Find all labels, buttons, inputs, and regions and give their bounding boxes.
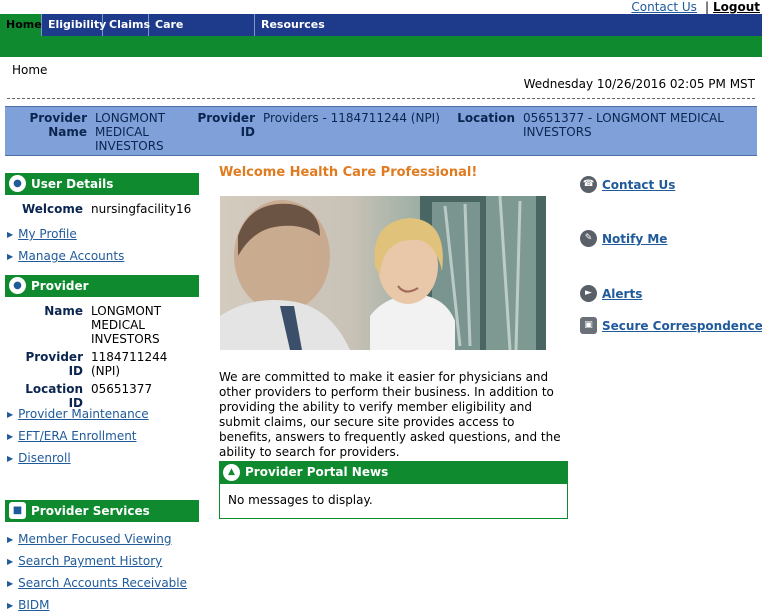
logout-link[interactable]: Logout <box>713 0 760 14</box>
nav-eligibility[interactable]: Eligibility <box>42 14 106 36</box>
nav-claims[interactable]: Claims <box>103 14 150 36</box>
provider-services-title: Provider Services <box>31 504 150 518</box>
location-id-value: 05651377 <box>91 382 153 396</box>
arrow-right-icon: ▶ <box>7 579 14 588</box>
welcome-label: Welcome <box>21 202 83 216</box>
sidebar-item-my-profile[interactable]: ▶ My Profile <box>7 227 77 241</box>
user-details-title: User Details <box>31 177 114 191</box>
doctors-xray-photo <box>220 196 546 350</box>
top-links-separator: | <box>704 0 709 14</box>
band-location-label: Location <box>457 111 515 125</box>
subnav-bar <box>0 36 762 57</box>
my-profile-link[interactable]: My Profile <box>18 227 77 241</box>
nav-home[interactable]: Home <box>0 14 42 36</box>
location-id-label: Location ID <box>25 382 83 410</box>
band-provider-label: Provider Name <box>29 111 87 139</box>
provider-title: Provider <box>31 279 89 293</box>
news-body: No messages to display. <box>219 484 568 519</box>
provider-services-header: ■ Provider Services <box>5 500 199 522</box>
intro-text: We are committed to make it easier for p… <box>219 370 561 459</box>
provider-id-value: 1184711244 (NPI) <box>91 350 168 378</box>
arrow-right-icon: ▶ <box>7 557 14 566</box>
news-icon: ▲ <box>223 464 240 481</box>
secure-correspondence-link[interactable]: Secure Correspondence <box>602 317 762 335</box>
provider-name-label: Name <box>44 304 83 318</box>
monitor-icon: ▣ <box>580 317 597 334</box>
breadcrumb: Home <box>12 63 48 77</box>
contact-us-link[interactable]: Contact Us <box>602 176 675 194</box>
band-provider-value: LONGMONT MEDICAL INVESTORS <box>95 111 166 153</box>
arrow-right-icon: ▶ <box>7 454 14 463</box>
provider-portal-news-header: ▲ Provider Portal News <box>219 461 568 484</box>
current-datetime: Wednesday 10/26/2016 02:05 PM MST <box>523 77 755 91</box>
arrow-right-icon: ▶ <box>7 252 14 261</box>
sidebar-item-member-focused-viewing[interactable]: ▶ Member Focused Viewing <box>7 532 171 546</box>
manage-accounts-link[interactable]: Manage Accounts <box>18 249 124 263</box>
arrow-right-icon: ▶ <box>7 535 14 544</box>
band-id-value: Providers - 1184711244 (NPI) <box>263 111 440 125</box>
top-links: Contact Us | Logout <box>631 0 760 14</box>
top-contact-us-link[interactable]: Contact Us <box>631 0 697 14</box>
sidebar-item-disenroll[interactable]: ▶ Disenroll <box>7 451 71 465</box>
nav-resources[interactable]: Resources <box>255 14 325 36</box>
sidebar-item-manage-accounts[interactable]: ▶ Manage Accounts <box>7 249 124 263</box>
disenroll-link[interactable]: Disenroll <box>18 451 71 465</box>
sidebar-item-bidm[interactable]: ▶ BIDM <box>7 598 50 612</box>
sidebar-item-search-payment-history[interactable]: ▶ Search Payment History <box>7 554 162 568</box>
nav-care-management[interactable]: Care Management <box>149 14 255 53</box>
provider-header: ● Provider <box>5 275 199 297</box>
divider <box>7 98 755 99</box>
member-focused-viewing-link[interactable]: Member Focused Viewing <box>18 532 171 546</box>
welcome-username: nursingfacility16 <box>91 202 192 216</box>
news-title: Provider Portal News <box>245 465 389 479</box>
arrow-right-icon: ▶ <box>7 410 14 419</box>
user-icon: ● <box>9 175 26 192</box>
alerts-link[interactable]: Alerts <box>602 285 642 303</box>
welcome-heading: Welcome Health Care Professional! <box>219 165 478 180</box>
bidm-link[interactable]: BIDM <box>18 598 49 612</box>
band-id-label: Provider ID <box>197 111 255 139</box>
arrow-right-icon: ▶ <box>7 601 14 610</box>
sidebar-item-search-accounts-receivable[interactable]: ▶ Search Accounts Receivable <box>7 576 187 590</box>
arrow-right-icon: ▶ <box>7 432 14 441</box>
provider-name-value: LONGMONT MEDICAL INVESTORS <box>91 304 162 346</box>
provider-icon: ● <box>9 277 26 294</box>
arrow-right-icon: ▶ <box>7 230 14 239</box>
eft-era-enrollment-link[interactable]: EFT/ERA Enrollment <box>18 429 136 443</box>
user-details-header: ● User Details <box>5 173 199 195</box>
provider-maintenance-link[interactable]: Provider Maintenance <box>18 407 149 421</box>
search-accounts-receivable-link[interactable]: Search Accounts Receivable <box>18 576 187 590</box>
notify-me-link[interactable]: Notify Me <box>602 230 667 248</box>
edit-icon: ✎ <box>580 230 597 247</box>
services-icon: ■ <box>9 502 26 519</box>
phone-icon: ☎ <box>580 176 597 193</box>
search-payment-history-link[interactable]: Search Payment History <box>18 554 162 568</box>
sidebar-item-provider-maintenance[interactable]: ▶ Provider Maintenance <box>7 407 149 421</box>
provider-info-band: Provider Name LONGMONT MEDICAL INVESTORS… <box>5 106 757 156</box>
band-location-value: 05651377 - LONGMONT MEDICAL INVESTORS <box>523 111 724 139</box>
sidebar-item-eft-era-enrollment[interactable]: ▶ EFT/ERA Enrollment <box>7 429 137 443</box>
megaphone-icon: ► <box>580 285 597 302</box>
provider-id-label: Provider ID <box>25 350 83 378</box>
main-nav: Home Eligibility Claims Care Management … <box>0 14 762 53</box>
